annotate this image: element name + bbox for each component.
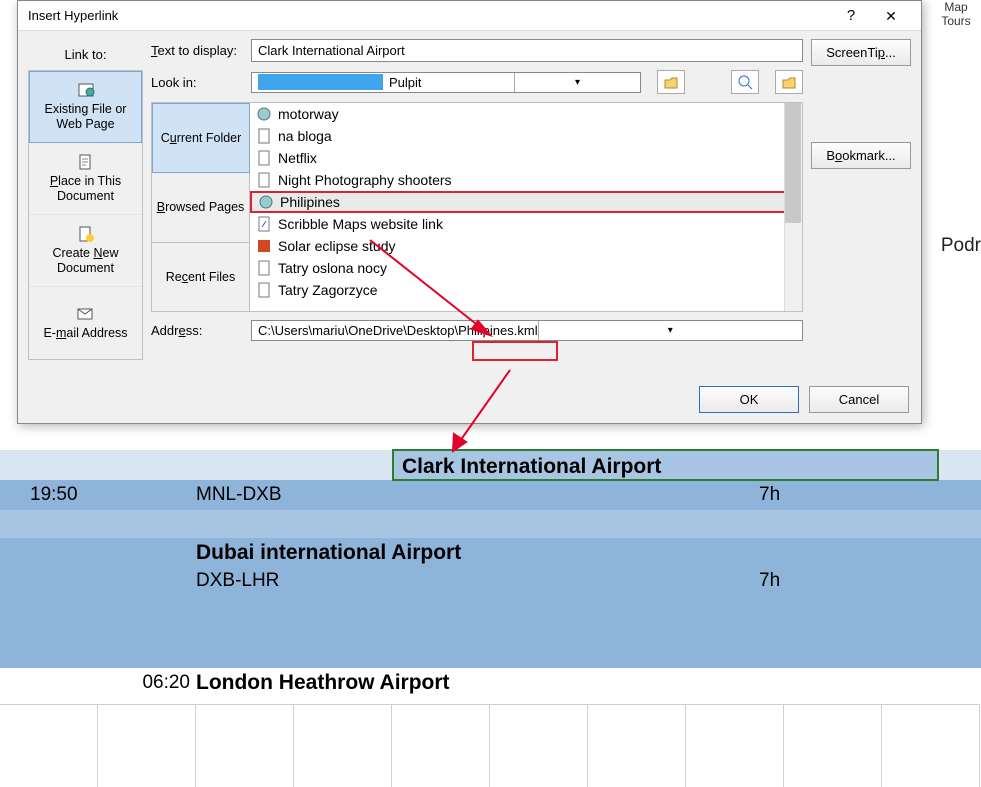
ppt-icon (256, 238, 272, 254)
doc-icon (256, 172, 272, 188)
email-icon (77, 306, 95, 322)
earth-icon (258, 194, 274, 210)
link-icon (256, 216, 272, 232)
chevron-down-icon[interactable]: ▾ (538, 321, 802, 340)
file-web-icon (77, 82, 95, 98)
selected-cell[interactable]: Clark International Airport (392, 449, 939, 481)
bookmark-button[interactable]: Bookmark... (811, 142, 911, 169)
tab-browsed-pages[interactable]: Browsed Pages (152, 173, 250, 242)
scrollbar[interactable] (784, 103, 802, 311)
document-place-icon (77, 154, 95, 170)
browse-web-button[interactable] (731, 70, 759, 94)
linkto-label: Link to: (28, 39, 143, 70)
screentip-button[interactable]: ScreenTip... (811, 39, 911, 66)
text-to-display-input[interactable] (251, 39, 803, 62)
file-list[interactable]: motorway na bloga Netflix Night Photogra… (250, 103, 802, 311)
airport-cell[interactable]: Dubai international Airport (196, 541, 751, 565)
cutoff-text: Podr (941, 235, 981, 257)
globe-search-icon (737, 74, 753, 90)
up-folder-button[interactable] (657, 70, 685, 94)
ok-button[interactable]: OK (699, 386, 799, 413)
link-icon (256, 260, 272, 276)
route-cell[interactable]: DXB-LHR (196, 570, 751, 592)
file-item: motorway (250, 103, 802, 125)
annotation-highlight (472, 341, 558, 361)
doc-icon (256, 150, 272, 166)
insert-hyperlink-dialog: Insert Hyperlink ? ✕ Link to: Existing F… (17, 0, 922, 424)
airport-cell[interactable]: London Heathrow Airport (196, 671, 981, 695)
doc-icon (256, 128, 272, 144)
tab-current-folder[interactable]: Current Folder (152, 103, 250, 173)
linkto-email[interactable]: E-mail Address (29, 287, 142, 359)
time-cell[interactable]: 06:20 (0, 672, 196, 694)
new-document-icon (77, 226, 95, 242)
file-item: na bloga (250, 125, 802, 147)
file-item: Tatry Zagorzyce (250, 279, 802, 301)
linkto-panel: Existing File or Web Page Place in This … (28, 70, 143, 360)
close-icon[interactable]: ✕ (871, 1, 911, 31)
duration-cell[interactable]: 7h (751, 570, 981, 592)
file-item: Tatry oslona nocy (250, 257, 802, 279)
lookin-label: Look in: (151, 75, 241, 90)
text-to-display-label: Text to display: (151, 43, 241, 58)
ribbon-fragment: MapTours (931, 0, 981, 40)
gridlines (0, 704, 981, 787)
linkto-create-new[interactable]: Create New Document (29, 215, 142, 287)
file-item: Scribble Maps website link (250, 213, 802, 235)
desktop-icon (258, 74, 383, 90)
folder-up-icon (663, 74, 679, 90)
linkto-existing-file[interactable]: Existing File or Web Page (29, 71, 142, 143)
duration-cell[interactable]: 7h (751, 484, 981, 506)
route-cell[interactable]: MNL-DXB (196, 484, 751, 506)
file-item: Netflix (250, 147, 802, 169)
address-input[interactable]: C:\Users\mariu\OneDrive\Desktop\Philipin… (251, 320, 803, 341)
linkto-place-in-doc[interactable]: Place in This Document (29, 143, 142, 215)
browse-file-button[interactable] (775, 70, 803, 94)
link-icon (256, 282, 272, 298)
cancel-button[interactable]: Cancel (809, 386, 909, 413)
tab-recent-files[interactable]: Recent Files (152, 243, 250, 311)
lookin-combo[interactable]: Pulpit ▾ (251, 72, 641, 93)
address-label: Address: (151, 323, 241, 338)
help-icon[interactable]: ? (831, 1, 871, 31)
folder-icon (781, 74, 797, 90)
dialog-title: Insert Hyperlink (28, 8, 831, 23)
file-item: Night Photography shooters (250, 169, 802, 191)
file-item-highlighted[interactable]: Philipines (250, 191, 802, 213)
chevron-down-icon[interactable]: ▾ (514, 73, 640, 92)
dialog-titlebar: Insert Hyperlink ? ✕ (18, 1, 921, 31)
earth-icon (256, 106, 272, 122)
file-item: Solar eclipse study (250, 235, 802, 257)
time-cell[interactable]: 19:50 (0, 484, 196, 506)
